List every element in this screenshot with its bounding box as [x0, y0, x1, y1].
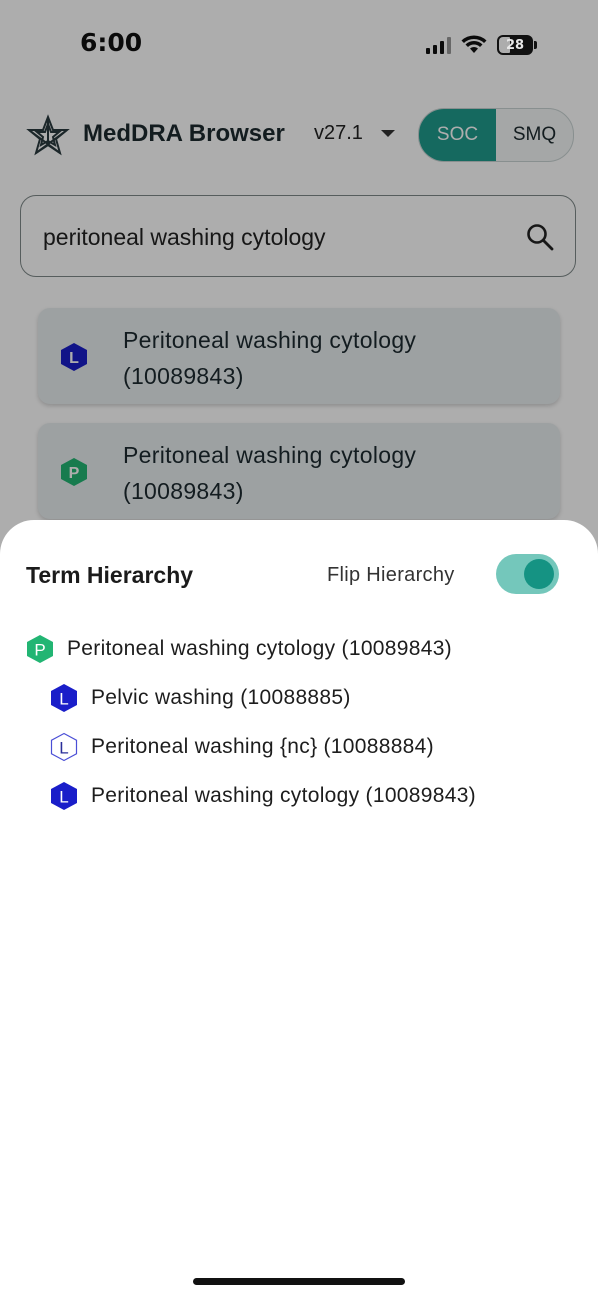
hierarchy-item-llt-noncurrent[interactable]: L Peritoneal washing {nc} (10088884)	[50, 732, 434, 762]
pt-badge-letter: P	[34, 641, 45, 660]
sheet-title: Term Hierarchy	[26, 562, 194, 588]
toggle-knob	[524, 559, 554, 589]
llt-badge-letter: L	[59, 788, 68, 807]
term-hierarchy-sheet: Term Hierarchy Flip Hierarchy P Peritone…	[0, 520, 598, 1300]
hierarchy-item-pt[interactable]: P Peritoneal washing cytology (10089843)	[26, 634, 452, 664]
flip-hierarchy-label: Flip Hierarchy	[327, 564, 455, 586]
hierarchy-item-label: Peritoneal washing cytology (10089843)	[67, 637, 452, 660]
battery-level: 28	[505, 37, 525, 53]
hierarchy-item-llt[interactable]: L Peritoneal washing cytology (10089843)	[50, 781, 476, 811]
hierarchy-item-llt[interactable]: L Pelvic washing (10088885)	[50, 683, 351, 713]
llt-badge-icon: L	[51, 782, 77, 810]
hierarchy-item-label: Pelvic washing (10088885)	[91, 686, 351, 709]
pt-badge-icon: P	[27, 635, 53, 663]
hierarchy-item-label: Peritoneal washing {nc} (10088884)	[91, 735, 434, 758]
home-indicator[interactable]	[193, 1278, 405, 1285]
hierarchy-item-label: Peritoneal washing cytology (10089843)	[91, 784, 476, 807]
llt-badge-letter: L	[59, 690, 68, 709]
llt-outline-badge-icon: L	[50, 732, 78, 762]
llt-badge-letter: L	[59, 739, 68, 758]
flip-hierarchy-toggle[interactable]	[496, 554, 559, 594]
llt-badge-icon: L	[51, 684, 77, 712]
